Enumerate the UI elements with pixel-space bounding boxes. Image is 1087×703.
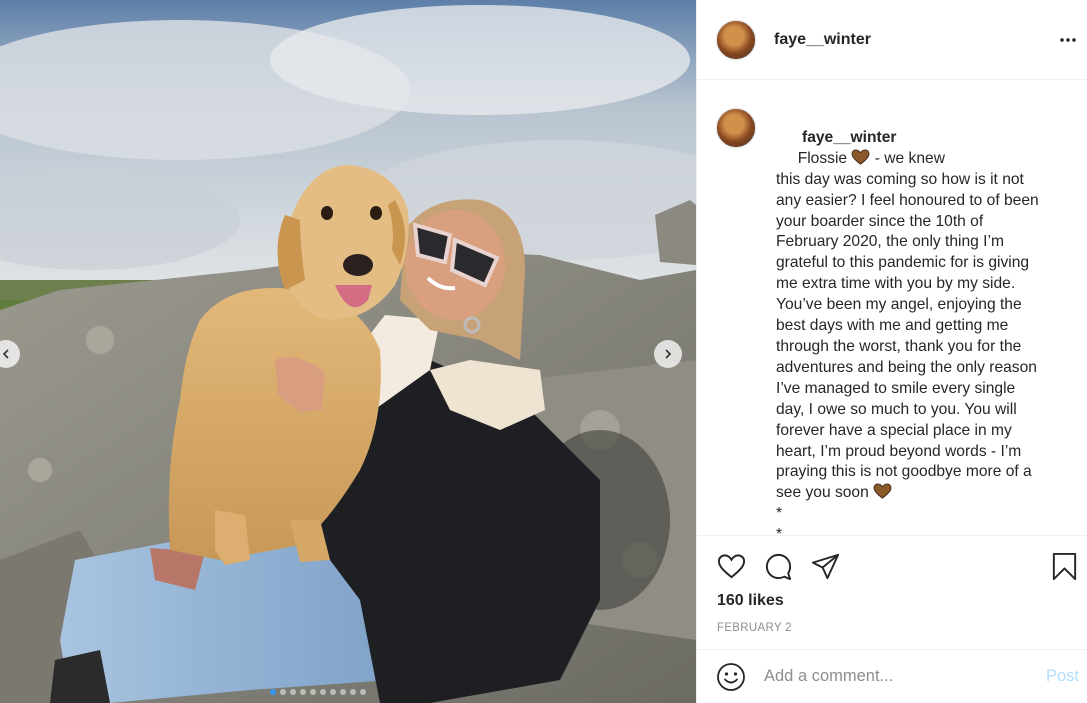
carousel-dot [270,689,276,695]
carousel-dot [290,689,296,695]
heart-icon[interactable] [716,551,747,582]
post-details-panel: faye__winter faye__winter Flossie - we k… [696,0,1087,703]
comment-input[interactable] [764,667,1024,686]
caption-line-text: this day was coming so how is it not [776,170,1024,188]
caption-line-text: your boarder since the 10th of [776,212,984,230]
carousel-indicator [270,689,366,695]
caption-line-text: heart, I’m proud beyond words - I’m [776,442,1022,460]
carousel-dot [310,689,316,695]
more-options-icon[interactable] [1058,30,1078,50]
post-header: faye__winter [697,0,1087,80]
post-comment-button[interactable]: Post [1046,667,1079,686]
brown-heart-emoji [851,149,870,165]
caption-line-text: best days with me and getting me [776,317,1009,335]
caption-author-avatar[interactable] [716,108,756,148]
caption-line-text: February 2020, the only thing I’m [776,233,1004,251]
carousel-dot [300,689,306,695]
likes-count[interactable]: 160 likes [717,592,784,610]
caption-text: faye__winter Flossie - we knew this day … [776,107,1060,535]
caption-line-text: * [776,526,783,535]
caption-line-text: adventures and being the only reason [776,358,1037,376]
post-caption: faye__winter Flossie - we knew this day … [697,80,1087,535]
comment-form: Post [697,649,1087,703]
comment-icon[interactable] [763,551,794,582]
chevron-left-icon [2,349,9,359]
caption-line-text: me extra time with you by my side. [776,275,1016,293]
caption-line-text: praying this is not goodbye more of a [776,463,1032,481]
post-actions: 160 likes FEBRUARY 2 [697,535,1087,649]
author-avatar[interactable] [716,19,756,60]
bookmark-icon[interactable] [1049,551,1080,582]
post-photo[interactable] [0,0,696,703]
post-date[interactable]: FEBRUARY 2 [717,622,792,634]
carousel-next-button[interactable] [654,340,682,368]
brown-heart-emoji [873,483,892,499]
caption-line-text: day, I owe so much to you. You will [776,400,1017,418]
emoji-icon[interactable] [716,662,746,692]
caption-line-text: grateful to this pandemic for is giving [776,254,1030,272]
caption-line-text: I’ve managed to smile every single [776,379,1016,397]
post-image [0,0,696,703]
caption-line-text: * [776,505,783,523]
carousel-dot [340,689,346,695]
caption-line-text: through the worst, thank you for the [776,337,1022,355]
caption-line-text: You’ve been my angel, enjoying the [776,296,1022,314]
caption-author-username[interactable]: faye__winter [802,129,896,146]
caption-line-text: any easier? I feel honoured to of been [776,191,1039,209]
carousel-dot [320,689,326,695]
author-username[interactable]: faye__winter [774,31,871,49]
carousel-dot [280,689,286,695]
carousel-dot [330,689,336,695]
caption-line-text: see you soon [776,484,874,502]
carousel-dot [360,689,366,695]
chevron-right-icon [665,349,672,359]
caption-line-text: Flossie [797,149,852,167]
carousel-dot [350,689,356,695]
caption-line-text: - we knew [870,149,945,167]
share-icon[interactable] [810,551,841,582]
caption-line-text: forever have a special place in my [776,421,1012,439]
